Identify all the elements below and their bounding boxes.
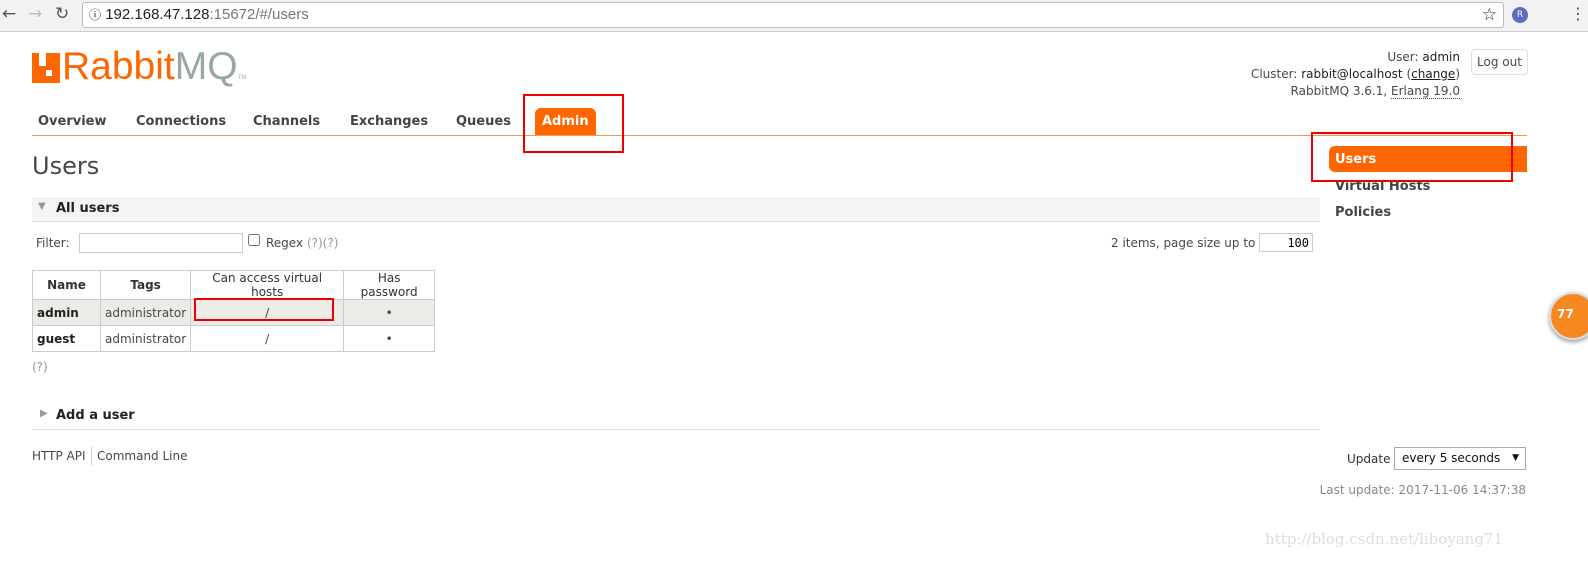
filter-label: Filter: [36, 236, 70, 250]
floating-badge[interactable]: 77 [1549, 292, 1588, 340]
collapse-triangle-icon: ▼ [38, 201, 46, 212]
forward-icon[interactable]: → [28, 4, 42, 24]
regex-checkbox[interactable] [248, 234, 260, 246]
vhosts-cell: / [190, 325, 345, 352]
column-header: Tags [99, 270, 192, 300]
column-header: Name [32, 270, 101, 300]
change-cluster-link[interactable]: change [1411, 67, 1455, 81]
all-users-section-header[interactable]: ▼ All users [32, 197, 1320, 222]
highlight-box [194, 298, 334, 321]
help-link[interactable]: (?) [307, 236, 323, 250]
regex-label: Regex (?)(?) [266, 236, 339, 250]
user-info: User: admin Cluster: rabbit@localhost (c… [1250, 50, 1460, 99]
url-host: 192.168.47.128 [105, 6, 210, 23]
column-header: Can access virtual hosts [190, 270, 345, 300]
table-header-row: Name Tags Can access virtual hosts Has p… [32, 270, 436, 300]
help-link[interactable]: (?) [32, 360, 48, 374]
logo-mark-icon [32, 53, 60, 83]
password-cell: • [343, 299, 436, 326]
highlight-box [523, 94, 624, 153]
user-link[interactable]: admin [37, 306, 79, 320]
last-update: Last update: 2017-11-06 14:37:38 [1319, 483, 1526, 497]
update-label: Update [1347, 452, 1391, 466]
address-bar[interactable]: ⓘ 192.168.47.128:15672/#/users ☆ [82, 2, 1504, 28]
add-user-section-header[interactable]: ▶ Add a user [32, 405, 1320, 430]
back-icon[interactable]: ← [2, 4, 16, 24]
command-line-link[interactable]: Command Line [97, 449, 188, 463]
help-link[interactable]: (?) [323, 236, 339, 250]
page-title: Users [32, 152, 100, 180]
tab-overview[interactable]: Overview [38, 114, 107, 129]
menu-icon[interactable]: ⋮ [1570, 4, 1586, 23]
tags-cell: administrator [99, 325, 192, 352]
column-header: Has password [343, 270, 436, 300]
sidebar-item-policies[interactable]: Policies [1335, 205, 1391, 220]
tab-connections[interactable]: Connections [136, 114, 226, 129]
expand-triangle-icon: ▶ [40, 408, 48, 419]
highlight-box [1311, 132, 1513, 182]
logout-button[interactable]: Log out [1471, 49, 1528, 75]
reload-icon[interactable]: ↻ [55, 4, 69, 24]
http-api-link[interactable]: HTTP API [32, 449, 86, 463]
info-icon: ⓘ [89, 8, 102, 22]
table-row[interactable]: guest administrator / • [32, 325, 436, 352]
footer-divider [91, 447, 92, 465]
user-link[interactable]: guest [37, 332, 75, 346]
page-size-input[interactable] [1259, 233, 1313, 252]
filter-input[interactable] [79, 233, 243, 253]
tab-queues[interactable]: Queues [456, 114, 511, 129]
tab-channels[interactable]: Channels [253, 114, 320, 129]
nav-divider [32, 135, 1527, 136]
tab-exchanges[interactable]: Exchanges [350, 114, 428, 129]
erlang-version: Erlang 19.0 [1391, 84, 1460, 99]
update-interval-select[interactable]: every 5 seconds ▼ [1394, 447, 1526, 470]
pagination-text: 2 items, page size up to [1111, 236, 1256, 250]
dropdown-arrow-icon: ▼ [1512, 453, 1519, 463]
browser-toolbar: ← → ↻ ⓘ 192.168.47.128:15672/#/users ☆ R… [0, 0, 1588, 32]
star-icon[interactable]: ☆ [1482, 3, 1497, 27]
url-path: :15672/#/users [209, 6, 309, 23]
tags-cell: administrator [99, 299, 192, 326]
password-cell: • [343, 325, 436, 352]
watermark: http://blog.csdn.net/liboyang71 [1265, 530, 1504, 548]
extension-icon[interactable]: R [1512, 7, 1528, 23]
